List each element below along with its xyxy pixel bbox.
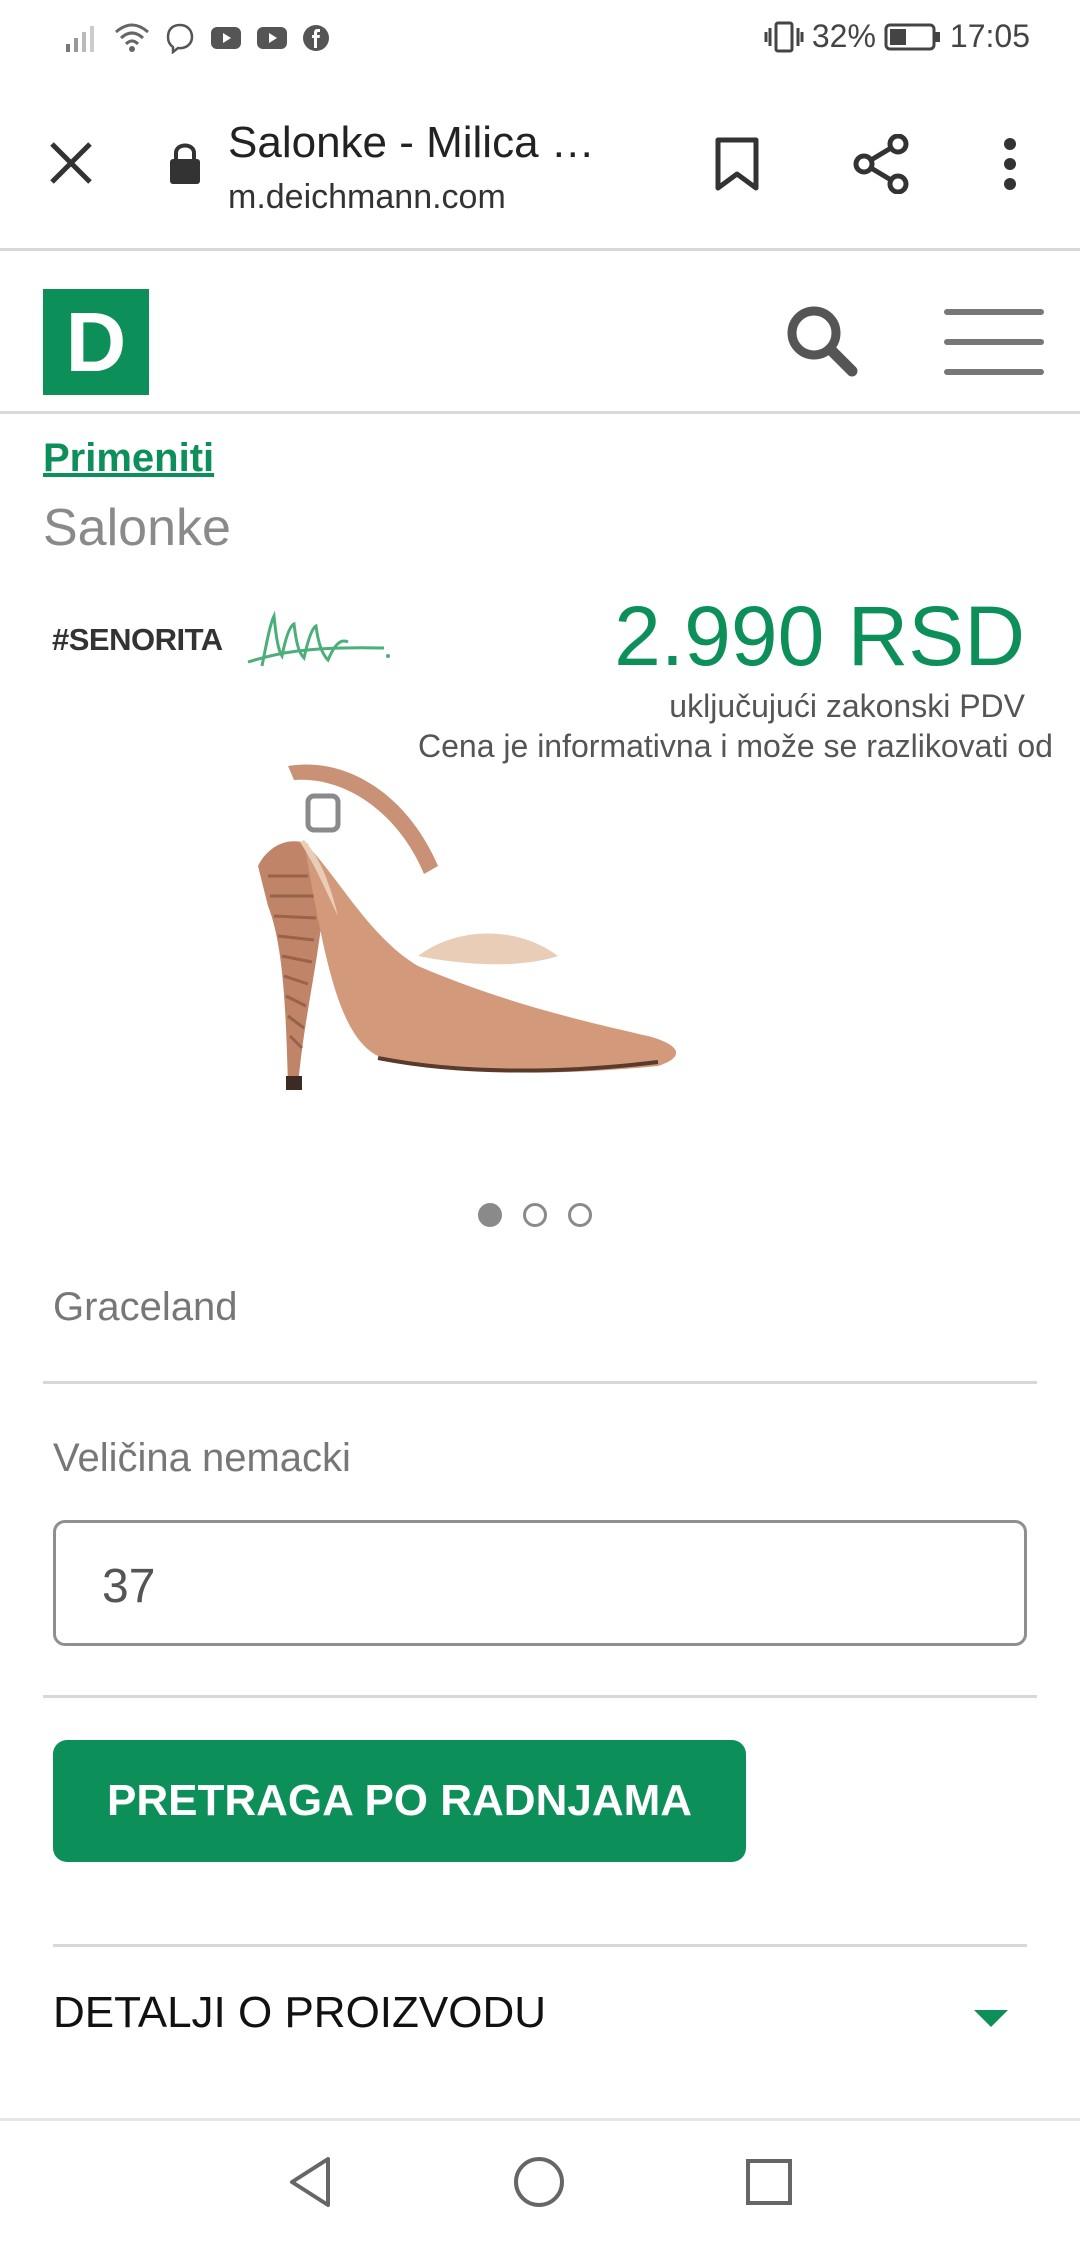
logo-letter: D (65, 295, 127, 389)
youtube-icon (211, 27, 241, 49)
share-icon[interactable] (852, 134, 910, 194)
carousel-dot[interactable] (523, 1203, 547, 1227)
breadcrumb-link[interactable]: Primeniti (43, 436, 214, 481)
bookmark-icon[interactable] (714, 136, 760, 192)
product-price: 2.990 RSD (614, 589, 1025, 683)
signature-graphic (247, 610, 390, 667)
divider (53, 1944, 1027, 1947)
product-brand: Graceland (53, 1285, 238, 1329)
carousel-dot[interactable] (568, 1203, 592, 1227)
image-carousel-dots (478, 1203, 592, 1227)
menu-icon[interactable] (944, 307, 1044, 377)
page-title: Salonke - Milica … (228, 118, 595, 167)
store-search-button[interactable]: PRETRAGA PO RADNJAMA (53, 1740, 746, 1862)
lock-icon (170, 143, 200, 184)
chevron-down-icon[interactable] (974, 2010, 1008, 2027)
product-category: Salonke (43, 499, 231, 557)
status-icons-right: 32% 17:05 (764, 18, 1030, 55)
signal-icon (66, 26, 94, 52)
battery-icon (884, 23, 940, 50)
viber-icon (166, 23, 194, 54)
clock: 17:05 (949, 18, 1030, 54)
close-icon[interactable] (48, 140, 94, 186)
divider (43, 1695, 1037, 1698)
browser-toolbar: Salonke - Milica … m.deichmann.com (0, 80, 1080, 251)
home-icon[interactable] (512, 2155, 566, 2209)
vat-note: uključujući zakonski PDV (669, 688, 1025, 724)
divider (43, 1381, 1037, 1384)
status-bar: 32% 17:05 (0, 0, 1080, 80)
campaign-hashtag: #SENORITA (52, 622, 223, 657)
size-value: 37 (102, 1560, 156, 1613)
carousel-dot[interactable] (478, 1203, 502, 1227)
search-icon[interactable] (784, 303, 860, 379)
recents-icon[interactable] (744, 2157, 794, 2207)
back-icon[interactable] (286, 2155, 334, 2209)
page-url[interactable]: m.deichmann.com (228, 178, 506, 217)
product-image[interactable] (228, 756, 848, 1196)
size-label: Veličina nemacki (53, 1436, 351, 1480)
battery-percent: 32% (811, 18, 876, 54)
status-icons-left (64, 22, 330, 54)
facebook-icon (303, 25, 329, 51)
deichmann-logo[interactable]: D (43, 289, 149, 395)
wifi-icon (115, 23, 149, 52)
vibrate-icon (764, 21, 804, 52)
system-nav-bar (0, 2118, 1080, 2243)
youtube-icon (257, 27, 287, 49)
size-select[interactable]: 37 (53, 1520, 1027, 1646)
more-vertical-icon[interactable] (1000, 136, 1020, 192)
product-details-toggle[interactable]: DETALJI O PROIZVODU (53, 1988, 546, 2038)
store-search-label: PRETRAGA PO RADNJAMA (106, 1776, 693, 1825)
site-header: D (0, 251, 1080, 414)
